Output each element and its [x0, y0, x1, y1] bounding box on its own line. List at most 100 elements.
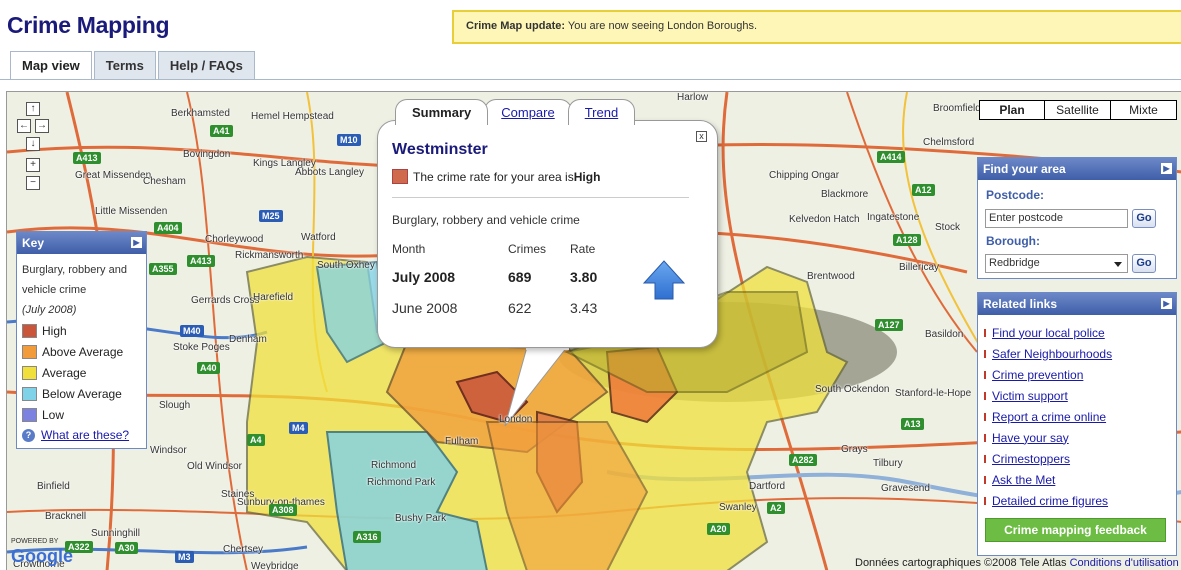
town-label: Hemel Hempstead	[251, 111, 334, 122]
postcode-label: Postcode:	[986, 188, 1045, 202]
pan-up-button[interactable]: ↑	[26, 102, 40, 116]
town-label: Bushy Park	[395, 513, 447, 524]
town-label: Slough	[159, 400, 191, 411]
town-label: Brentwood	[807, 271, 855, 282]
table-cell: 622	[508, 299, 532, 316]
map-type-satellite[interactable]: Satellite	[1045, 100, 1111, 120]
town-label: Stock	[935, 222, 961, 233]
terms-of-use-link[interactable]: Conditions d'utilisation	[1070, 557, 1179, 569]
collapse-icon[interactable]: ▶	[1161, 163, 1172, 174]
town-label: Broomfield	[933, 103, 981, 114]
town-label: Richmond Park	[367, 477, 436, 488]
town-label: Gravesend	[881, 483, 930, 494]
related-link[interactable]: Report a crime online	[992, 410, 1106, 424]
road-shield: A12	[912, 184, 935, 196]
road-shield: M3	[175, 551, 194, 563]
pan-down-button[interactable]: ↓	[26, 137, 40, 151]
town-label: Bovingdon	[183, 149, 231, 160]
road-shield: A308	[269, 504, 297, 516]
related-link[interactable]: Find your local police	[992, 326, 1105, 340]
town-label: Swanley	[719, 502, 757, 513]
related-link[interactable]: Ask the Met	[992, 473, 1055, 487]
popup-tab-summary[interactable]: Summary	[395, 99, 489, 125]
key-title: Key	[22, 236, 45, 250]
zoom-in-button[interactable]: +	[26, 158, 40, 172]
road-shield: M4	[289, 422, 308, 434]
road-shield: A413	[187, 255, 215, 267]
town-label: Harlow	[677, 92, 709, 103]
town-label: Billericay	[899, 262, 940, 273]
town-label: South Ockendon	[815, 384, 890, 395]
pan-left-button[interactable]: ←	[17, 119, 31, 133]
table-cell: July 2008	[392, 268, 456, 285]
related-link[interactable]: Have your say	[992, 431, 1069, 445]
crime-rate-line: The crime rate for your area is High	[392, 169, 600, 184]
postcode-input[interactable]: Enter postcode	[985, 209, 1128, 228]
collapse-icon[interactable]: ▶	[131, 237, 142, 248]
town-label: Sunninghill	[91, 528, 140, 539]
what-are-these-link[interactable]: What are these?	[41, 428, 129, 442]
popup-divider	[392, 197, 689, 198]
key-row: Low	[17, 404, 146, 425]
key-description: Burglary, robbery and vehicle crime (Jul…	[17, 254, 146, 320]
tab-terms[interactable]: Terms	[93, 51, 156, 79]
related-link[interactable]: Crime prevention	[992, 368, 1083, 382]
list-item: Find your local police	[984, 322, 1176, 343]
notice-label: Crime Map update:	[466, 20, 566, 32]
related-links-header: Related links ▶	[978, 293, 1176, 315]
postcode-go-button[interactable]: Go	[1132, 209, 1156, 228]
key-row: Above Average	[17, 341, 146, 362]
chevron-down-icon	[1114, 262, 1122, 267]
tab-help[interactable]: Help / FAQs	[157, 51, 255, 79]
bullet-icon	[984, 349, 986, 358]
town-label: Windsor	[150, 445, 187, 456]
column-header: Crimes	[508, 242, 546, 256]
related-link[interactable]: Detailed crime figures	[992, 494, 1108, 508]
key-swatch	[22, 386, 37, 401]
key-label: Above Average	[42, 344, 124, 359]
map-type-selector: Plan Satellite Mixte	[979, 100, 1177, 120]
close-icon[interactable]: x	[696, 131, 707, 142]
area-popup: x Westminster The crime rate for your ar…	[377, 120, 718, 348]
road-shield: M10	[337, 134, 361, 146]
town-label: Little Missenden	[95, 206, 168, 217]
map-type-mixte[interactable]: Mixte	[1111, 100, 1177, 120]
list-item: Victim support	[984, 385, 1176, 406]
zoom-out-button[interactable]: −	[26, 176, 40, 190]
town-label: Tilbury	[873, 458, 903, 469]
map-copyright: Données cartographiques ©2008 Tele Atlas…	[855, 557, 1179, 569]
page-title: Crime Mapping	[7, 12, 170, 38]
town-label: Ingatestone	[867, 212, 920, 223]
town-label: Blackmore	[821, 189, 869, 200]
tab-divider	[0, 79, 1181, 80]
powered-by-text: POWERED BY	[11, 538, 59, 545]
key-label: Low	[42, 407, 65, 422]
popup-tab-trend[interactable]: Trend	[567, 99, 636, 125]
town-label: Basildon	[925, 329, 964, 340]
pan-right-button[interactable]: →	[35, 119, 49, 133]
road-shield: A30	[115, 542, 138, 554]
key-label: Average	[42, 365, 87, 380]
related-link[interactable]: Crimestoppers	[992, 452, 1070, 466]
popup-tab-compare[interactable]: Compare	[484, 99, 572, 125]
town-label: Abbots Langley	[295, 167, 364, 178]
borough-select[interactable]: Redbridge	[985, 254, 1128, 273]
tab-map-view[interactable]: Map view	[10, 51, 92, 80]
town-label: Stoke Poges	[173, 342, 230, 353]
town-label: Harefield	[253, 292, 294, 303]
related-link[interactable]: Victim support	[992, 389, 1068, 403]
app-root: Crime Mapping Crime Map update: You are …	[0, 0, 1181, 570]
related-link[interactable]: Safer Neighbourhoods	[992, 347, 1112, 361]
google-logo-text: Google	[11, 546, 73, 566]
feedback-button[interactable]: Crime mapping feedback	[985, 518, 1166, 542]
google-logo[interactable]: Google	[11, 546, 73, 567]
map-type-plan[interactable]: Plan	[979, 100, 1045, 120]
bullet-icon	[984, 496, 986, 505]
table-cell: 3.43	[570, 299, 598, 316]
collapse-icon[interactable]: ▶	[1161, 298, 1172, 309]
borough-go-button[interactable]: Go	[1132, 254, 1156, 273]
town-label: Chelmsford	[923, 137, 975, 148]
crime-map[interactable]: Hemel Hempstead Berkhamsted Harlow Chelm…	[6, 91, 1181, 570]
table-cell: 3.80	[570, 268, 598, 285]
related-links-panel: Related links ▶ Find your local police Sa…	[977, 292, 1177, 556]
